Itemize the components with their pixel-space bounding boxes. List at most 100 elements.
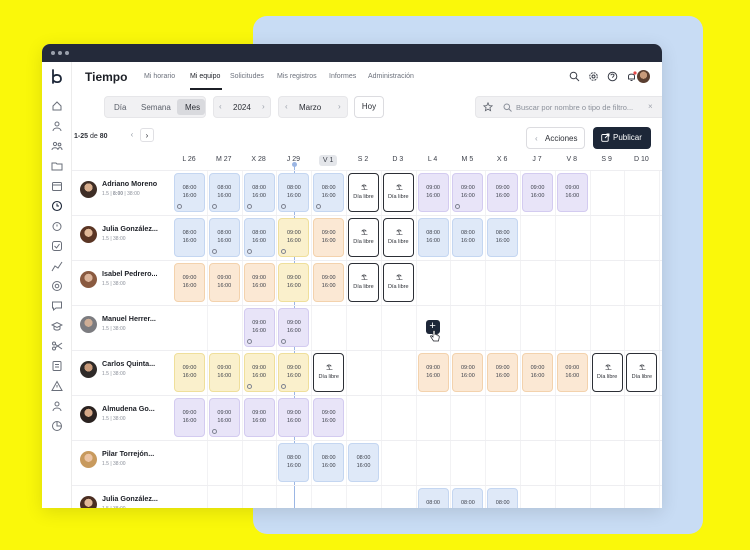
home-icon[interactable] [51, 100, 63, 112]
shift-card[interactable]: 08:00 16:00 [452, 218, 484, 257]
shift-card[interactable]: 09:00 16:00 [313, 218, 345, 257]
day-off-shift[interactable]: Día libre [591, 353, 623, 392]
day-off-shift[interactable]: Día libre [313, 353, 345, 392]
year-picker[interactable]: ‹ 2024 › [213, 96, 271, 118]
shift-card[interactable]: 08:00 16:00 [278, 173, 310, 212]
shift-card[interactable]: 09:00 16:00 [556, 173, 588, 212]
day-off-shift[interactable]: Día libre [348, 218, 379, 257]
shift-card[interactable]: 09:00 16:00 [522, 353, 553, 392]
shift-card[interactable]: 09:00 16:00 [278, 353, 310, 392]
document-icon[interactable] [51, 360, 63, 372]
shift-card[interactable]: 09:00 16:00 [208, 353, 240, 392]
chevron-left-icon[interactable]: ‹ [125, 128, 139, 142]
shift-card[interactable]: 09:00 16:00 [174, 353, 205, 392]
day-off-shift[interactable]: Día libre [382, 218, 414, 257]
shift-card[interactable]: 09:00 16:00 [313, 263, 345, 302]
shift-card[interactable]: 09:00 16:00 [174, 398, 205, 437]
gear-icon[interactable] [588, 71, 599, 82]
chevron-left-icon[interactable]: ‹ [285, 102, 288, 111]
shift-card[interactable]: 09:00 16:00 [556, 353, 588, 392]
profile-icon[interactable] [51, 400, 63, 412]
shift-card[interactable]: 08:00 16:00 [243, 173, 275, 212]
shift-card[interactable]: 09:00 16:00 [313, 398, 345, 437]
search-icon[interactable] [569, 71, 580, 82]
view-month-button[interactable]: Mes [185, 103, 200, 112]
shift-card[interactable]: 09:00 16:00 [243, 398, 275, 437]
shift-card[interactable]: 09:00 16:00 [522, 173, 553, 212]
team-icon[interactable] [51, 140, 63, 152]
shift-card[interactable]: 09:00 16:00 [243, 353, 275, 392]
nav-mis-registros[interactable]: Mis registros [277, 73, 317, 80]
shift-card[interactable]: 09:00 16:00 [278, 263, 310, 302]
shift-card[interactable]: 09:00 16:00 [487, 173, 519, 212]
employee-row-header[interactable]: Almudena Go... 1.5 | 38:00 [72, 395, 172, 439]
check-icon[interactable] [51, 240, 63, 252]
day-off-shift[interactable]: Día libre [626, 353, 658, 392]
shift-card[interactable]: 09:00 16:00 [417, 353, 449, 392]
shift-card[interactable]: 08:00 [417, 488, 449, 508]
close-icon[interactable]: × [648, 102, 653, 111]
shift-card[interactable]: 09:00 16:00 [208, 398, 240, 437]
shift-card[interactable]: 08:00 16:00 [417, 218, 449, 257]
shift-card[interactable]: 08:00 16:00 [313, 443, 345, 482]
shift-card[interactable]: 08:00 16:00 [174, 173, 205, 212]
employee-row-header[interactable]: Julia González... 1.5 | 38:00 [72, 215, 172, 259]
day-off-shift[interactable]: Día libre [382, 173, 414, 212]
nav-administracion[interactable]: Administración [368, 73, 414, 80]
shift-card[interactable]: 09:00 16:00 [452, 173, 484, 212]
shift-card[interactable]: 08:00 16:00 [487, 218, 519, 257]
employee-row-header[interactable]: Julia González... 1.5 | 38:00 [72, 485, 172, 508]
actions-button[interactable]: ‹ Acciones [526, 127, 585, 149]
shift-card[interactable]: 08:00 [452, 488, 484, 508]
target-icon[interactable] [51, 280, 63, 292]
user-avatar[interactable] [637, 70, 650, 83]
day-off-shift[interactable]: Día libre [348, 173, 379, 212]
view-day-button[interactable]: Día [114, 103, 126, 112]
shift-card[interactable]: 09:00 16:00 [278, 308, 310, 347]
shift-card[interactable]: 08:00 16:00 [313, 173, 345, 212]
shift-card[interactable]: 08:00 16:00 [243, 218, 275, 257]
nav-mi-horario[interactable]: Mi horario [144, 73, 175, 80]
pie-chart-icon[interactable] [51, 420, 63, 432]
shift-card[interactable]: 09:00 16:00 [417, 173, 449, 212]
chevron-right-icon[interactable]: › [262, 102, 265, 111]
nav-informes[interactable]: Informes [329, 73, 356, 80]
month-picker[interactable]: ‹ Marzo › [278, 96, 348, 118]
chart-icon[interactable] [51, 260, 63, 272]
chevron-right-icon[interactable]: › [338, 102, 341, 111]
chevron-right-icon[interactable]: › [140, 128, 154, 142]
employee-row-header[interactable]: Isabel Pedrero... 1.5 | 38:00 [72, 260, 172, 304]
shift-card[interactable]: 09:00 16:00 [243, 263, 275, 302]
employee-row-header[interactable]: Adriano Moreno 1.5 | 8:00 | 38:00 [72, 170, 172, 214]
shift-card[interactable]: 09:00 16:00 [487, 353, 519, 392]
nav-mi-equipo[interactable]: Mi equipo [190, 73, 220, 80]
shift-card[interactable]: 09:00 16:00 [278, 398, 310, 437]
timer-icon[interactable] [51, 220, 63, 232]
nav-solicitudes[interactable]: Solicitudes [230, 73, 264, 80]
shift-card[interactable]: 08:00 16:00 [208, 218, 240, 257]
shift-card[interactable]: 09:00 16:00 [174, 263, 205, 302]
warning-icon[interactable] [51, 380, 63, 392]
shift-card[interactable]: 09:00 16:00 [278, 218, 310, 257]
search-bar[interactable]: Buscar por nombre o tipo de filtro... × [475, 96, 662, 118]
education-icon[interactable] [51, 320, 63, 332]
folder-icon[interactable] [51, 160, 63, 172]
help-icon[interactable] [607, 71, 618, 82]
employee-row-header[interactable]: Carlos Quinta... 1.5 | 38:00 [72, 350, 172, 394]
clock-icon[interactable] [51, 200, 63, 212]
user-icon[interactable] [51, 120, 63, 132]
employee-row-header[interactable]: Manuel Herrer... 1.5 | 38:00 [72, 305, 172, 349]
bell-icon[interactable] [626, 71, 637, 82]
day-off-shift[interactable]: Día libre [382, 263, 414, 302]
shift-card[interactable]: 08:00 16:00 [278, 443, 310, 482]
today-button[interactable]: Hoy [354, 96, 384, 118]
calendar-icon[interactable] [51, 180, 63, 192]
chevron-left-icon[interactable]: ‹ [219, 102, 222, 111]
shift-card[interactable]: 09:00 16:00 [243, 308, 275, 347]
shift-card[interactable]: 08:00 16:00 [348, 443, 379, 482]
star-icon[interactable] [483, 102, 493, 112]
shift-card[interactable]: 08:00 16:00 [208, 173, 240, 212]
view-week-button[interactable]: Semana [141, 103, 171, 112]
day-off-shift[interactable]: Día libre [348, 263, 379, 302]
shift-card[interactable]: 08:00 [487, 488, 519, 508]
